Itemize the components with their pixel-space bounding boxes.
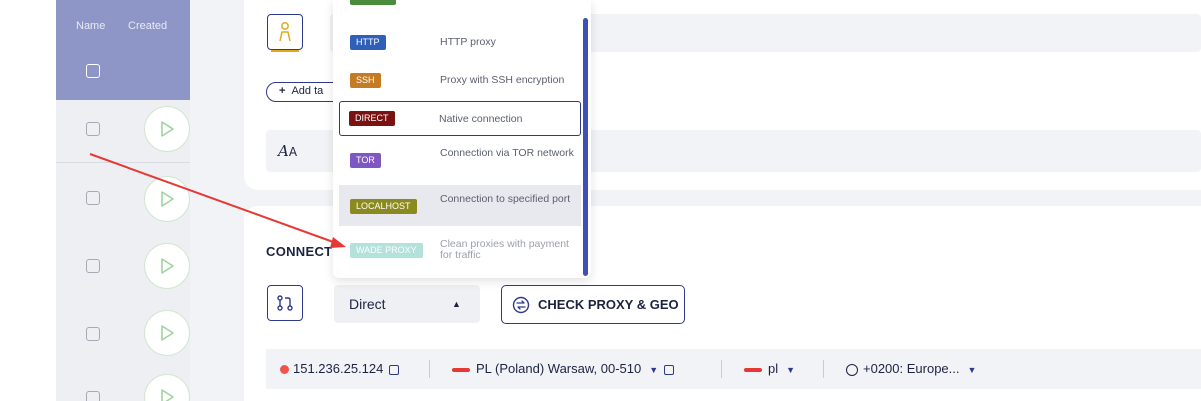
add-tag-label: Add ta: [291, 85, 324, 97]
start-profile-button[interactable]: [144, 374, 190, 401]
ip-address[interactable]: 151.236.25.124: [280, 349, 400, 389]
poland-flag-icon: [744, 367, 762, 372]
divider: [429, 360, 430, 378]
location-select[interactable]: PL (Poland) Warsaw, 00-510 ▼: [452, 349, 675, 390]
location-text: PL (Poland) Warsaw, 00-510: [476, 361, 642, 376]
play-icon: [161, 121, 174, 137]
row-checkbox[interactable]: [86, 391, 100, 401]
caret-up-icon: ▲: [452, 299, 461, 309]
timezone-text: +0200: Europe...: [863, 361, 960, 376]
status-dot-icon: [280, 365, 289, 375]
copy-icon[interactable]: [389, 364, 400, 375]
row-checkbox[interactable]: [86, 327, 100, 341]
ip-text: 151.236.25.124: [293, 361, 384, 376]
connection-section-title: CONNECT: [266, 244, 333, 259]
proxy-description: Proxy with SSH encryption: [440, 74, 565, 86]
proxy-badge: HTTP: [350, 35, 386, 50]
proxy-badge: WADE PROXY: [350, 243, 423, 258]
proxy-option-wade[interactable]: WADE PROXY Clean proxies with payment fo…: [339, 231, 581, 271]
poland-flag-icon: [452, 367, 470, 372]
play-icon: [161, 389, 174, 401]
clock-icon: [846, 363, 858, 376]
timezone-select[interactable]: +0200: Europe... ▼: [846, 349, 976, 390]
table-header: Name Created: [56, 0, 190, 100]
proxy-badge: TOR: [350, 153, 381, 168]
row-checkbox[interactable]: [86, 122, 100, 136]
play-icon: [161, 258, 174, 274]
start-profile-button[interactable]: [144, 310, 190, 356]
chevron-down-icon: ▼: [786, 364, 796, 375]
play-icon: [161, 191, 174, 207]
start-profile-button[interactable]: [144, 176, 190, 222]
row-checkbox[interactable]: [86, 259, 100, 273]
proxy-option-localhost[interactable]: LOCALHOST Connection to specified port: [339, 185, 581, 226]
play-icon: [161, 325, 174, 341]
proxy-type-select[interactable]: Direct ▲: [334, 285, 480, 323]
proxy-option-http[interactable]: HTTP HTTP proxy: [339, 23, 581, 63]
check-proxy-label: CHECK PROXY & GEO: [538, 297, 679, 312]
geo-info-bar: 151.236.25.124 PL (Poland) Warsaw, 00-51…: [266, 349, 1201, 389]
divider: [823, 360, 824, 378]
exchange-icon: [512, 296, 530, 313]
proxy-option-direct[interactable]: DIRECT Native connection: [339, 101, 581, 136]
proxy-badge: DIRECT: [349, 111, 395, 126]
start-profile-button[interactable]: [144, 243, 190, 289]
chevron-down-icon: ▼: [649, 364, 659, 375]
check-proxy-button[interactable]: CHECK PROXY & GEO: [501, 285, 685, 324]
git-compare-icon: [277, 295, 293, 311]
proxy-badge: SSH: [350, 73, 381, 88]
proxy-type-value: Direct: [349, 296, 386, 312]
chevron-down-icon: ▼: [967, 364, 977, 375]
plus-icon: +: [279, 85, 286, 97]
proxy-description: Native connection: [439, 113, 523, 125]
proxy-badge: LOCALHOST: [350, 199, 417, 214]
proxy-description: Connection to specified port: [440, 193, 571, 205]
proxy-type-dropdown: HTTP HTTP proxy SSH Proxy with SSH encry…: [333, 0, 591, 278]
start-profile-button[interactable]: [144, 106, 190, 152]
divider: [721, 360, 722, 378]
proxy-description: HTTP proxy: [440, 36, 496, 48]
language-text: pl: [768, 361, 779, 376]
avatar-button[interactable]: [267, 14, 303, 50]
column-header-name[interactable]: Name: [76, 20, 105, 32]
proxy-description: Connection via TOR network: [440, 147, 574, 159]
avatar-underline: [271, 50, 299, 52]
copy-icon[interactable]: [664, 364, 675, 375]
dropdown-scrollbar[interactable]: [583, 18, 588, 276]
proxy-option-ssh[interactable]: SSH Proxy with SSH encryption: [339, 61, 581, 101]
select-all-checkbox[interactable]: [86, 64, 100, 78]
proxy-description: Clean proxies with payment for traffic: [440, 238, 569, 261]
row-checkbox[interactable]: [86, 191, 100, 205]
previous-option-badge: [350, 0, 396, 5]
font-icon: AA: [278, 142, 298, 160]
swap-connection-button[interactable]: [267, 285, 303, 321]
proxy-option-tor[interactable]: TOR Connection via TOR network: [339, 140, 581, 180]
language-select[interactable]: pl ▼: [744, 349, 795, 390]
row-divider: [56, 162, 190, 163]
column-header-created[interactable]: Created: [128, 20, 167, 32]
person-icon: [279, 22, 291, 42]
